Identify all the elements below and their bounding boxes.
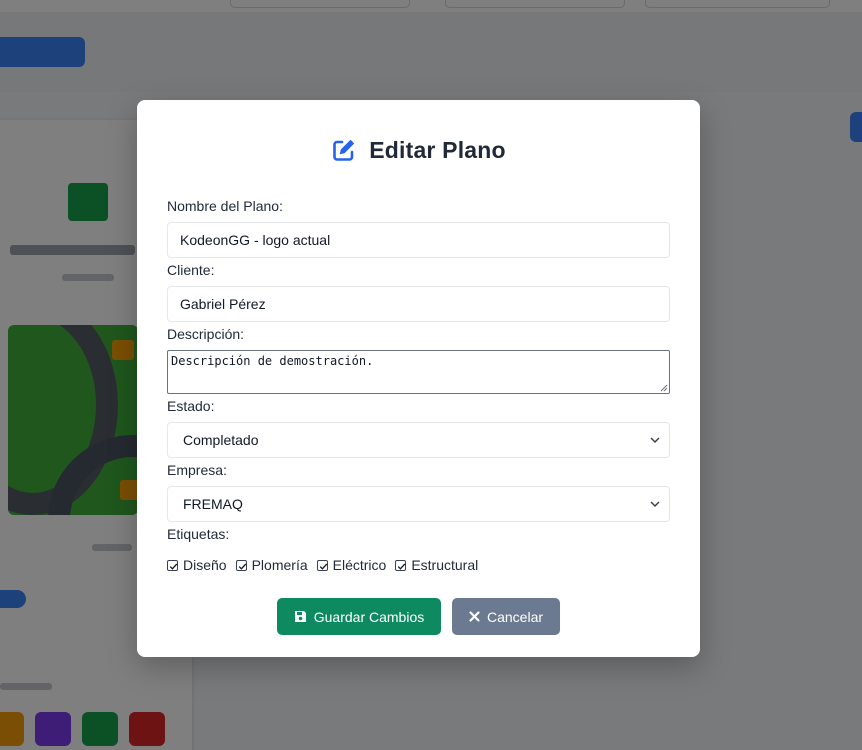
resize-grip-icon[interactable] xyxy=(660,384,668,392)
save-button-label: Guardar Cambios xyxy=(313,608,425,625)
company-select[interactable]: FREMAQ xyxy=(167,486,670,522)
tag-label: Plomería xyxy=(251,557,308,573)
tag-label: Eléctrico xyxy=(332,557,387,573)
tag-checkbox-plomeria[interactable]: Plomería xyxy=(235,557,308,573)
tag-checkbox-diseno[interactable]: Diseño xyxy=(167,557,227,573)
cancel-button-label: Cancelar xyxy=(486,608,544,625)
chevron-down-icon xyxy=(650,501,660,508)
company-label: Empresa: xyxy=(167,462,227,478)
checkbox-checked-icon[interactable] xyxy=(316,559,328,571)
cancel-button[interactable]: Cancelar xyxy=(452,598,560,635)
edit-plan-modal: Editar Plano Nombre del Plano: Cliente: … xyxy=(137,100,700,657)
edit-icon xyxy=(331,137,357,163)
tag-label: Estructural xyxy=(411,557,479,573)
tags-label: Etiquetas: xyxy=(167,526,230,542)
status-label: Estado: xyxy=(167,398,215,414)
modal-title: Editar Plano xyxy=(369,136,506,163)
checkbox-checked-icon[interactable] xyxy=(395,559,407,571)
client-label: Cliente: xyxy=(167,262,215,278)
save-icon xyxy=(294,611,306,622)
tag-label: Diseño xyxy=(183,557,227,573)
save-changes-button[interactable]: Guardar Cambios xyxy=(277,598,441,635)
tag-checkbox-electrico[interactable]: Eléctrico xyxy=(316,557,387,573)
company-select-value: FREMAQ xyxy=(183,496,243,512)
checkbox-checked-icon[interactable] xyxy=(235,559,247,571)
description-textarea[interactable]: Descripción de demostración. xyxy=(167,350,670,394)
chevron-down-icon xyxy=(650,437,660,444)
tag-checkbox-estructural[interactable]: Estructural xyxy=(395,557,478,573)
plan-name-label: Nombre del Plano: xyxy=(167,198,283,214)
modal-actions: Guardar Cambios Cancelar xyxy=(167,598,670,635)
description-label: Descripción: xyxy=(167,326,245,342)
plan-name-input[interactable] xyxy=(167,222,670,258)
checkbox-checked-icon[interactable] xyxy=(167,559,178,571)
tags-checkbox-group: Diseño Plomería Eléctrico Estructural xyxy=(167,555,670,575)
status-select-value: Completado xyxy=(183,432,259,448)
description-wrapper: Descripción de demostración. xyxy=(167,350,670,394)
modal-header: Editar Plano xyxy=(167,100,670,198)
status-select[interactable]: Completado xyxy=(167,422,670,458)
close-icon xyxy=(469,611,480,622)
client-input[interactable] xyxy=(167,286,670,322)
